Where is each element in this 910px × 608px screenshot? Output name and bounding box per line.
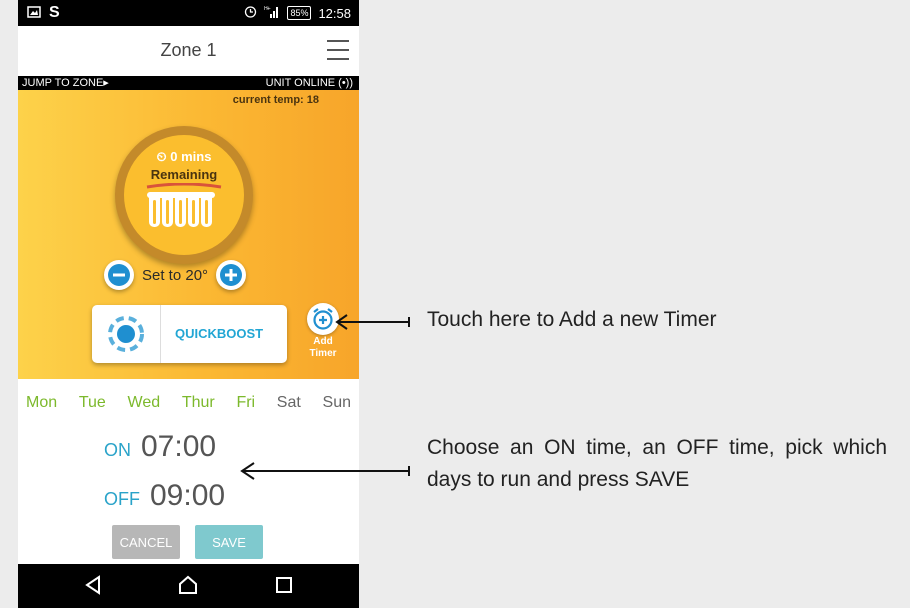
plus-icon: [220, 264, 243, 286]
day-selector: Mon Tue Wed Thur Fri Sat Sun: [18, 394, 359, 414]
jump-to-zone-link[interactable]: JUMP TO ZONE▸: [22, 76, 109, 90]
home-icon[interactable]: [178, 575, 198, 595]
schedule-caption: Choose an ON time, an OFF time, pick whi…: [427, 436, 887, 491]
android-nav-bar: [18, 564, 359, 608]
add-timer-caption: Touch here to Add a new Timer: [427, 308, 717, 331]
minutes-remaining: ⏲ 0 mins: [156, 149, 212, 164]
image-notification-icon: [27, 5, 41, 21]
remaining-label: Remaining: [150, 167, 218, 182]
on-time-value: 07:00: [141, 430, 217, 463]
add-timer-label-2: Timer: [309, 348, 337, 359]
decrease-temp-button[interactable]: [104, 260, 134, 290]
setpoint-label: Set to 20°: [142, 266, 209, 284]
day-mon[interactable]: Mon: [26, 394, 57, 414]
minus-icon: [108, 264, 130, 286]
day-sat[interactable]: Sat: [277, 394, 301, 414]
day-tue[interactable]: Tue: [79, 394, 106, 414]
app-header: Zone 1: [18, 26, 359, 76]
signal-icon: H+: [264, 5, 280, 21]
clock: 12:58: [318, 5, 351, 21]
page-title: Zone 1: [160, 40, 217, 60]
svg-text:H+: H+: [264, 6, 271, 12]
day-sun[interactable]: Sun: [323, 394, 351, 414]
increase-temp-button[interactable]: [216, 260, 247, 290]
off-time-picker[interactable]: OFF 09:00: [104, 479, 225, 513]
setpoint-row: Set to 20°: [104, 258, 247, 292]
day-fri[interactable]: Fri: [236, 394, 255, 414]
add-timer-arrow: [335, 314, 410, 330]
day-thur[interactable]: Thur: [182, 394, 215, 414]
zone-bar: JUMP TO ZONE▸ UNIT ONLINE (•)): [18, 76, 359, 90]
cancel-button[interactable]: CANCEL: [112, 525, 180, 559]
boost-dial[interactable]: ⏲ 0 mins Remaining: [115, 126, 253, 264]
schedule-arrow: [240, 462, 410, 480]
on-time-picker[interactable]: ON 07:00: [104, 430, 216, 464]
unit-online-status: UNIT ONLINE (•)): [265, 77, 353, 89]
control-panel: current temp: 18 ⏲ 0 mins Remaining Set …: [18, 90, 359, 379]
quickboost-button[interactable]: QUICKBOOST: [92, 305, 287, 363]
recents-icon[interactable]: [275, 575, 293, 595]
alarm-status-icon: [244, 5, 257, 21]
add-timer-label: Add: [313, 336, 333, 347]
app-notification-icon: S: [49, 4, 60, 21]
day-wed[interactable]: Wed: [128, 394, 161, 414]
back-icon[interactable]: [84, 575, 102, 595]
boost-icon: [108, 316, 144, 352]
off-time-value: 09:00: [150, 479, 226, 512]
hamburger-menu-icon[interactable]: [327, 40, 349, 60]
on-label: ON: [104, 440, 131, 460]
phone-screen: S H+ 85% 12:58 Zone 1 JUMP TO ZONE▸ UNIT…: [18, 0, 359, 608]
quickboost-label: QUICKBOOST: [175, 326, 264, 341]
radiator-icon: [146, 183, 222, 227]
save-button[interactable]: SAVE: [195, 525, 263, 559]
current-temp: current temp: 18: [232, 94, 319, 106]
off-label: OFF: [104, 489, 140, 509]
battery-indicator: 85%: [287, 6, 312, 20]
status-bar: S H+ 85% 12:58: [18, 0, 359, 26]
